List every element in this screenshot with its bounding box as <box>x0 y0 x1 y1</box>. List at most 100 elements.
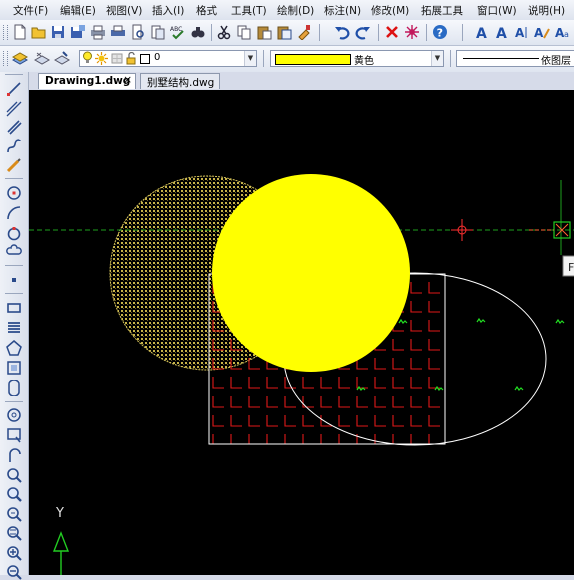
menu-tools[interactable]: 工具(T) <box>231 3 267 18</box>
tab-label: Drawing1.dwg <box>45 75 131 87</box>
menu-bar: 文件(F) 编辑(E) 视图(V) 插入(I) 格式 工具(T) 绘制(D) 标… <box>0 0 574 21</box>
menu-edit[interactable]: 编辑(E) <box>60 3 96 18</box>
menu-help[interactable]: 说明(H) <box>528 3 565 18</box>
cut-icon[interactable] <box>216 24 232 40</box>
menu-window[interactable]: 窗口(W) <box>477 3 517 18</box>
hatch-icon[interactable] <box>6 320 22 336</box>
make-object-layer-current-icon[interactable] <box>54 50 70 66</box>
layer-manager-icon[interactable] <box>12 50 28 66</box>
document-tabs: Drawing1.dwg × 别墅结构.dwg <box>28 72 574 90</box>
zoom-realtime-icon[interactable] <box>6 486 22 502</box>
menu-file[interactable]: 文件(F) <box>13 3 48 18</box>
polyline-icon[interactable] <box>6 138 22 154</box>
print-icon[interactable] <box>110 24 126 40</box>
circle-icon[interactable] <box>6 225 22 241</box>
construction-line-icon[interactable] <box>6 101 22 117</box>
match-properties-icon[interactable] <box>296 24 312 40</box>
zoom-window-icon[interactable] <box>6 467 22 483</box>
cursor-pickbox <box>529 221 571 239</box>
save-as-icon[interactable] <box>70 24 86 40</box>
menu-format[interactable]: 格式 <box>196 3 217 18</box>
chevron-down-icon[interactable]: ▼ <box>431 51 443 66</box>
tab-drawing1[interactable]: Drawing1.dwg × <box>38 73 136 89</box>
undo-icon[interactable] <box>334 24 350 40</box>
point-icon[interactable] <box>6 272 22 288</box>
chevron-down-icon[interactable]: ▼ <box>244 51 256 66</box>
svg-text:A: A <box>476 26 487 40</box>
zoom-extents-icon[interactable] <box>6 525 22 541</box>
svg-text:A: A <box>534 26 544 40</box>
menu-draw[interactable]: 绘制(D) <box>277 3 314 18</box>
tab-villa-structure[interactable]: 别墅结构.dwg <box>140 73 220 89</box>
ucs-icon: Y <box>52 506 70 575</box>
plot-icon[interactable] <box>90 24 106 40</box>
text-style-icon[interactable]: A <box>474 24 490 40</box>
standard-toolbar: ABC ? A A A A Aa <box>0 20 574 46</box>
layer-dropdown[interactable]: 0 ▼ <box>79 50 257 67</box>
menu-modify[interactable]: 修改(M) <box>371 3 409 18</box>
revision-cloud-icon[interactable] <box>6 244 22 260</box>
find-icon[interactable] <box>190 24 206 40</box>
copy-icon[interactable] <box>236 24 252 40</box>
linetype-preview <box>463 58 539 59</box>
svg-text:A: A <box>496 26 507 40</box>
yellow-filled-circle[interactable] <box>212 174 410 372</box>
linetype-label: 依图层 <box>541 56 571 67</box>
new-file-icon[interactable] <box>12 24 28 40</box>
arc-icon[interactable] <box>6 205 22 221</box>
line-icon[interactable] <box>6 81 22 97</box>
redo-icon[interactable] <box>355 24 371 40</box>
boundary-icon[interactable] <box>6 360 22 376</box>
publish-icon[interactable] <box>150 24 166 40</box>
single-line-text-icon[interactable]: A <box>494 24 510 40</box>
menu-dimension[interactable]: 标注(N) <box>324 3 361 18</box>
region-icon[interactable] <box>6 380 22 396</box>
color-dropdown[interactable]: 黄色 ▼ <box>270 50 444 67</box>
spline-icon[interactable] <box>6 447 22 463</box>
insert-block-icon[interactable] <box>6 427 22 443</box>
svg-text:ABC: ABC <box>170 26 182 33</box>
menu-view[interactable]: 视图(V) <box>106 3 142 18</box>
paste-icon[interactable] <box>256 24 272 40</box>
draw-toolbar <box>0 72 29 580</box>
spell-check-icon[interactable]: ABC <box>170 24 186 40</box>
multiline-text-icon[interactable]: A <box>514 24 530 40</box>
viewport-freeze-icon[interactable] <box>111 52 123 65</box>
polygon-icon[interactable] <box>6 185 22 201</box>
zoom-previous-icon[interactable] <box>6 506 22 522</box>
gradient-icon[interactable] <box>6 340 22 356</box>
zoom-out-icon[interactable] <box>6 564 22 580</box>
menu-extend-tools[interactable]: 拓展工具 <box>421 3 463 18</box>
cursor-tooltip-text: F <box>568 261 574 274</box>
rectangle-icon[interactable] <box>6 300 22 316</box>
print-preview-icon[interactable] <box>130 24 146 40</box>
open-file-icon[interactable] <box>31 24 47 40</box>
color-swatch <box>275 54 351 65</box>
menu-insert[interactable]: 插入(I) <box>152 3 184 18</box>
drawing-canvas[interactable]: F Y <box>29 90 574 575</box>
save-icon[interactable] <box>50 24 66 40</box>
linetype-dropdown[interactable]: 依图层 <box>456 50 574 67</box>
delete-icon[interactable] <box>384 24 400 40</box>
svg-text:?: ? <box>437 27 443 40</box>
lightbulb-on-icon[interactable] <box>83 51 92 64</box>
text-height-icon[interactable]: Aa <box>555 24 571 40</box>
close-icon[interactable]: × <box>123 74 132 86</box>
edit-text-icon[interactable]: A <box>534 24 550 40</box>
drawing-svg[interactable]: F Y <box>29 90 574 575</box>
freehand-icon[interactable] <box>6 157 22 173</box>
layer-name: 0 <box>154 52 161 63</box>
svg-text:a: a <box>564 30 569 39</box>
sun-thawed-icon[interactable] <box>95 52 108 65</box>
zoom-in-icon[interactable] <box>6 545 22 561</box>
explode-icon[interactable] <box>404 24 420 40</box>
help-icon[interactable]: ? <box>432 24 448 40</box>
ucs-y-label: Y <box>55 506 64 521</box>
toolbar-grip[interactable] <box>3 25 8 40</box>
donut-icon[interactable] <box>6 407 22 423</box>
toolbar-grip[interactable] <box>3 51 8 66</box>
layer-previous-icon[interactable] <box>34 50 50 66</box>
paste-block-icon[interactable] <box>276 24 292 40</box>
unlocked-icon[interactable] <box>126 51 136 65</box>
multiline-icon[interactable] <box>6 119 22 135</box>
